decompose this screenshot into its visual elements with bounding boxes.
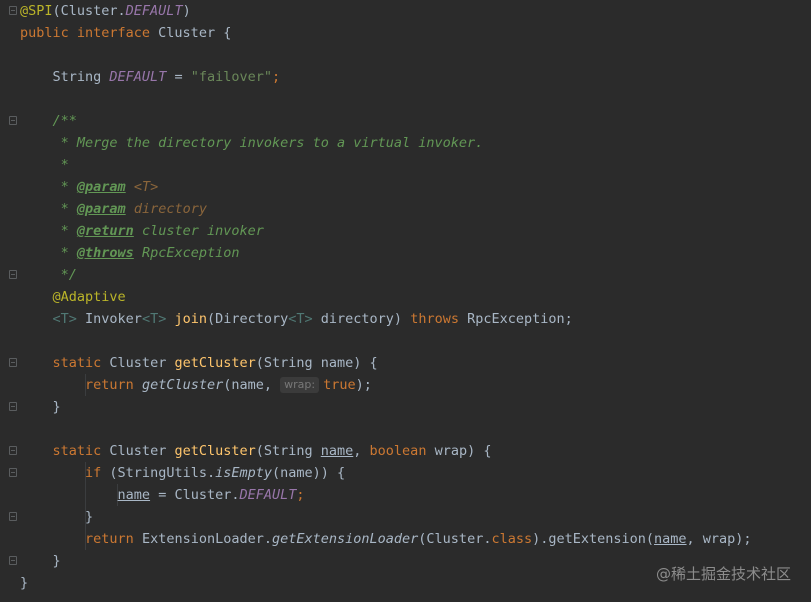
code-line-23: name = Cluster.DEFAULT; bbox=[117, 487, 305, 503]
fold-icon[interactable] bbox=[9, 358, 17, 367]
fold-icon[interactable] bbox=[9, 6, 17, 15]
code-line-21: static Cluster getCluster(String name, b… bbox=[52, 443, 492, 459]
fold-icon[interactable] bbox=[9, 556, 17, 565]
fold-icon[interactable] bbox=[9, 446, 17, 455]
code-line-22: if (StringUtils.isEmpty(name)) { bbox=[85, 465, 346, 481]
fold-icon[interactable] bbox=[9, 468, 17, 477]
code-editor[interactable]: @SPI(Cluster.DEFAULT) public interface C… bbox=[0, 0, 811, 602]
fold-icon[interactable] bbox=[9, 116, 17, 125]
code-line-4: String DEFAULT = "failover"; bbox=[52, 69, 281, 85]
method-name: getCluster bbox=[174, 443, 256, 459]
code-line-1: @SPI(Cluster.DEFAULT) bbox=[20, 3, 191, 19]
string-literal: "failover" bbox=[190, 69, 272, 85]
annotation: @SPI bbox=[20, 3, 53, 19]
parameter-hint: wrap: bbox=[280, 377, 320, 393]
code-line-9: * @param <T> bbox=[52, 179, 159, 195]
code-line-14: @Adaptive bbox=[20, 286, 811, 308]
code-line-25: return ExtensionLoader.getExtensionLoade… bbox=[85, 531, 752, 547]
annotation: @Adaptive bbox=[52, 289, 126, 305]
code-line-6: /** bbox=[52, 113, 77, 129]
code-line-13: */ bbox=[52, 267, 77, 283]
code-line-12: * @throws RpcException bbox=[52, 245, 240, 261]
fold-icon[interactable] bbox=[9, 512, 17, 521]
code-line-15: <T> Invoker<T> join(Directory<T> directo… bbox=[52, 311, 573, 327]
code-line-7: * Merge the directory invokers to a virt… bbox=[52, 135, 484, 151]
code-line-10: * @param directory bbox=[52, 201, 207, 217]
method-name: join bbox=[174, 311, 207, 327]
watermark: @稀土掘金技术社区 bbox=[655, 565, 791, 583]
code-area[interactable]: @SPI(Cluster.DEFAULT) public interface C… bbox=[20, 0, 811, 594]
code-line-2: public interface Cluster { bbox=[20, 25, 232, 41]
code-line-18: return getCluster(name, wrap: true); bbox=[85, 377, 372, 393]
code-line-8: * bbox=[52, 157, 69, 173]
code-line-17: static Cluster getCluster(String name) { bbox=[52, 355, 378, 371]
code-line-11: * @return cluster invoker bbox=[52, 223, 264, 239]
code-line-24: } bbox=[85, 509, 94, 525]
method-name: getCluster bbox=[174, 355, 256, 371]
editor-gutter bbox=[0, 0, 20, 602]
fold-icon[interactable] bbox=[9, 270, 17, 279]
code-line-19: } bbox=[52, 399, 61, 415]
fold-icon[interactable] bbox=[9, 402, 17, 411]
